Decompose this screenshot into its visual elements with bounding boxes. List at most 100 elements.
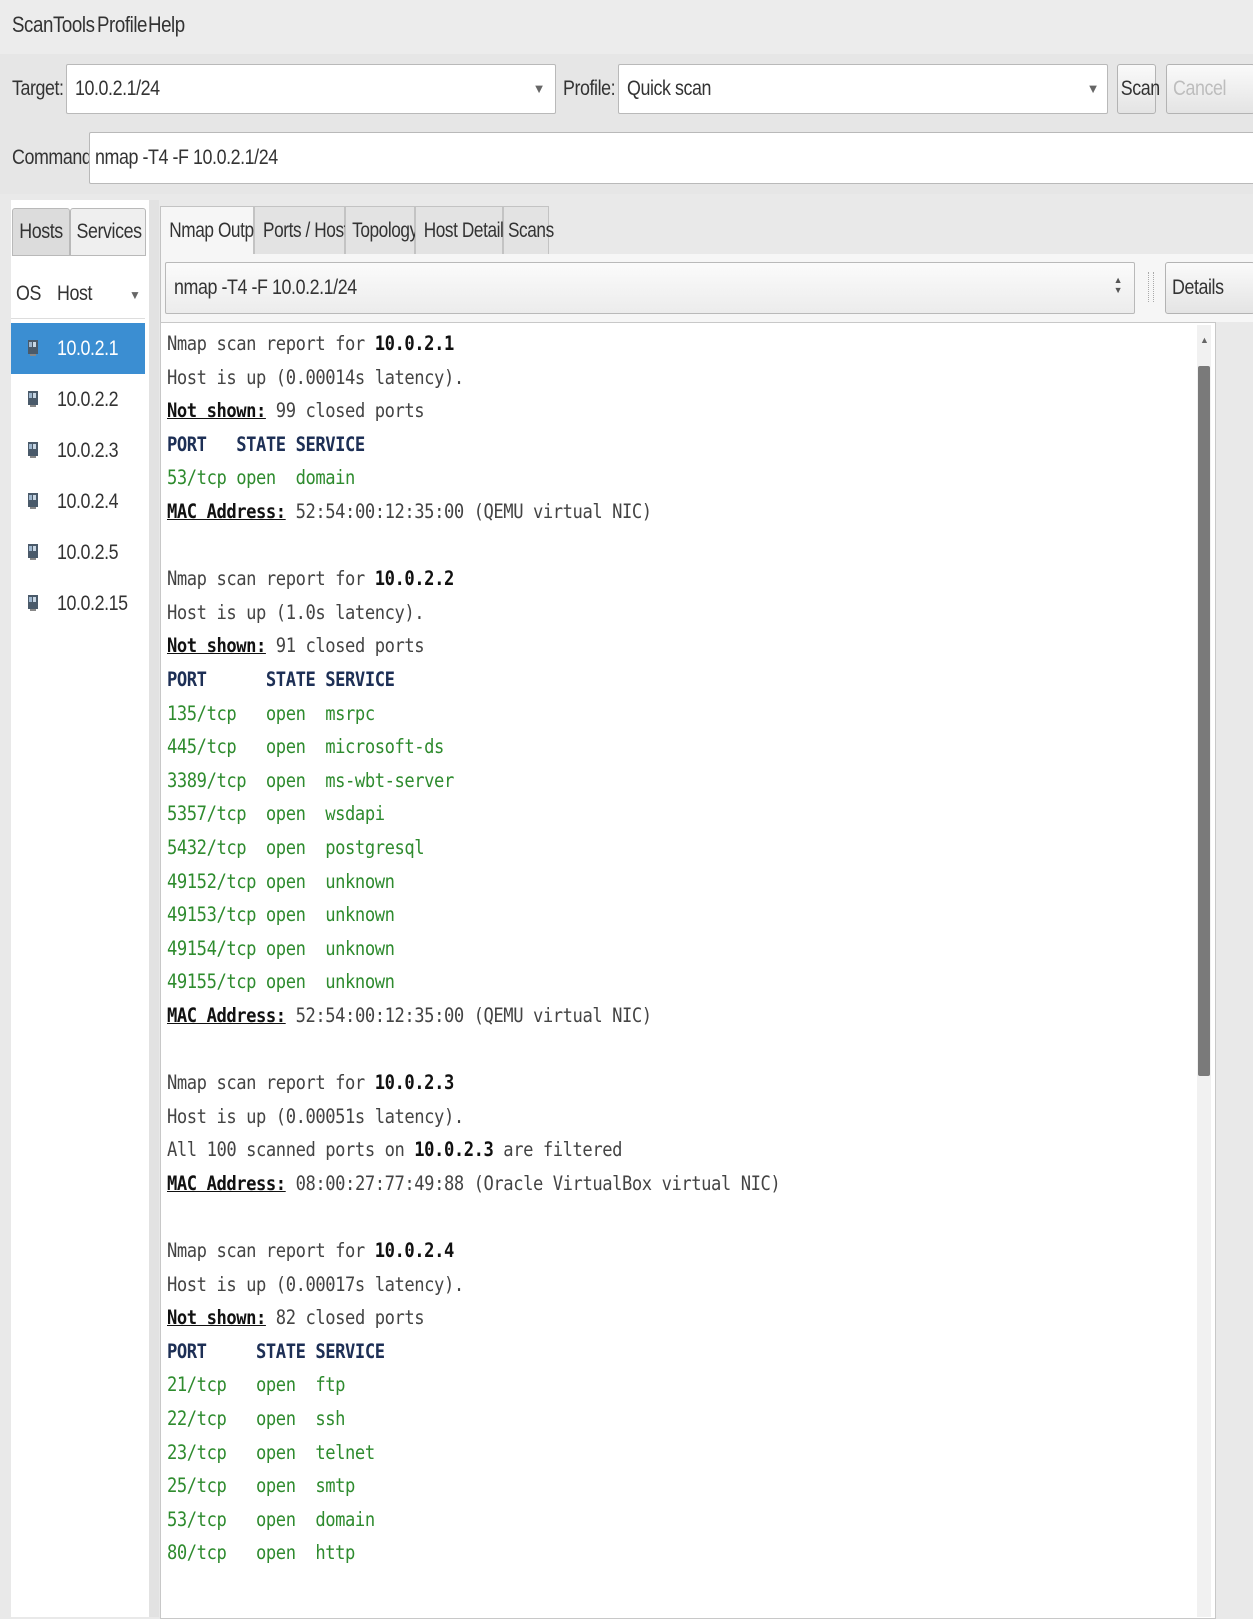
host-row[interactable]: 10.0.2.5 xyxy=(11,527,145,578)
port-entry: 22/tcp open ssh xyxy=(167,1407,346,1430)
port-table-header: PORT STATE SERVICE xyxy=(167,1339,385,1363)
output-text: Host is up (1.0s latency). xyxy=(167,600,425,624)
col-os[interactable]: OS xyxy=(16,282,41,306)
nmap-output-pane[interactable]: Nmap scan report for 10.0.2.1 Host is up … xyxy=(160,322,1216,1619)
cancel-button[interactable]: Cancel xyxy=(1166,64,1253,114)
menu-scan[interactable]: Scan xyxy=(12,12,53,38)
port-entry: 25/tcp open smtp xyxy=(167,1474,355,1498)
menu-profile[interactable]: Profile xyxy=(97,12,147,38)
tab-host-details[interactable]: Host Details xyxy=(415,206,512,256)
tab-scans-label: Scans xyxy=(507,219,554,242)
port-entry: 5432/tcp open postgresql xyxy=(167,835,425,859)
output-line: Nmap scan report for 10.0.2.3 xyxy=(167,1066,780,1100)
output-line: Host is up (0.00014s latency). xyxy=(167,361,780,395)
report-ip: 10.0.2.2 xyxy=(374,567,455,591)
menu-tools[interactable]: Tools xyxy=(53,12,95,38)
profile-dropdown-icon[interactable]: ▼ xyxy=(1087,81,1100,96)
tab-hosts-label: Hosts xyxy=(19,220,63,243)
host-row[interactable]: 10.0.2.15 xyxy=(11,578,145,629)
tab-nmap-output[interactable]: Nmap Output xyxy=(160,206,268,256)
host-row[interactable]: 10.0.2.4 xyxy=(11,476,145,527)
output-line: Nmap scan report for 10.0.2.1 xyxy=(167,327,780,361)
os-windows-icon xyxy=(27,338,39,358)
sort-arrow-icon[interactable]: ▼ xyxy=(129,288,141,302)
port-entry: 21/tcp open ftp xyxy=(167,1373,346,1397)
output-line: Host is up (0.00051s latency). xyxy=(167,1100,780,1134)
output-text: 08:00:27:77:49:88 (Oracle VirtualBox vir… xyxy=(285,1171,781,1195)
port-table-header: PORT STATE SERVICE xyxy=(167,667,395,691)
output-line: Nmap scan report for 10.0.2.4 xyxy=(167,1234,780,1268)
output-toolbar: nmap -T4 -F 10.0.2.1/24 ▲ ▼ Details xyxy=(160,254,1253,322)
output-line: 49154/tcp open unknown xyxy=(167,932,780,966)
tab-scans[interactable]: Scans xyxy=(503,206,554,256)
host-row[interactable]: 10.0.2.3 xyxy=(11,425,145,476)
profile-value: Quick scan xyxy=(627,77,712,100)
output-line: 25/tcp open smtp xyxy=(167,1469,780,1503)
output-text: Host is up (0.00051s latency). xyxy=(167,1104,464,1128)
output-line: MAC Address: 08:00:27:77:49:88 (Oracle V… xyxy=(167,1167,781,1201)
tab-services[interactable]: Services xyxy=(70,208,146,256)
output-line: PORT STATE SERVICE xyxy=(167,1335,780,1369)
grip-icon xyxy=(1148,272,1154,302)
pane-splitter[interactable] xyxy=(149,200,159,1617)
host-row[interactable]: 10.0.2.1 xyxy=(11,323,145,374)
scan-button[interactable]: Scan xyxy=(1117,64,1160,114)
port-entry: 49153/tcp open unknown xyxy=(167,903,395,927)
menu-help[interactable]: Help xyxy=(148,12,185,38)
output-line: 5357/tcp open wsdapi xyxy=(167,797,780,831)
tab-topology-label: Topology xyxy=(352,219,418,242)
tab-ports-hosts[interactable]: Ports / Hosts xyxy=(254,206,357,256)
scrollbar-thumb[interactable] xyxy=(1198,366,1210,1076)
col-host[interactable]: Host xyxy=(57,282,92,306)
report-ip: 10.0.2.4 xyxy=(374,1239,455,1263)
host-list: 10.0.2.1 10.0.2.2 10.0.2.3 10.0.2.4 10.0.2.5… xyxy=(11,323,145,629)
output-line: 80/tcp open http xyxy=(167,1536,780,1570)
details-button[interactable]: Details xyxy=(1165,262,1253,314)
target-toolbar: Target: 10.0.2.1/24 ▼ Profile: Quick sca… xyxy=(0,54,1253,124)
target-dropdown-icon[interactable]: ▼ xyxy=(533,81,546,96)
command-input[interactable]: nmap -T4 -F 10.0.2.1/24 xyxy=(89,132,1253,184)
output-line: MAC Address: 52:54:00:12:35:00 (QEMU vir… xyxy=(167,999,780,1033)
port-entry: 53/tcp open domain xyxy=(167,1507,375,1531)
profile-combobox[interactable]: Quick scan ▼ xyxy=(618,64,1108,114)
host-ip: 10.0.2.3 xyxy=(57,438,119,462)
report-prefix: Nmap scan report for xyxy=(167,1071,375,1095)
report-prefix: Nmap scan report for xyxy=(167,1239,375,1263)
port-table-header: PORT STATE SERVICE xyxy=(167,432,365,456)
target-combobox[interactable]: 10.0.2.1/24 ▼ xyxy=(66,64,556,114)
output-line: All 100 scanned ports on 10.0.2.3 are fi… xyxy=(167,1133,780,1167)
not-shown-label: Not shown: xyxy=(167,1306,266,1330)
tab-hosts[interactable]: Hosts xyxy=(12,208,70,256)
scan-history-select[interactable]: nmap -T4 -F 10.0.2.1/24 ▲ ▼ xyxy=(165,262,1135,314)
output-line: Not shown: 99 closed ports xyxy=(167,394,780,428)
output-line: 49153/tcp open unknown xyxy=(167,898,780,932)
mac-label: MAC Address: xyxy=(167,499,286,523)
output-line: Host is up (1.0s latency). xyxy=(167,596,780,630)
host-ip: 10.0.2.15 xyxy=(57,591,128,615)
port-entry: 53/tcp open domain xyxy=(167,466,355,490)
nmap-output-text: Nmap scan report for 10.0.2.1 Host is up … xyxy=(167,327,781,1570)
port-entry: 49155/tcp open unknown xyxy=(167,970,395,994)
scroll-up-icon[interactable]: ▲ xyxy=(1200,335,1209,345)
host-ip: 10.0.2.2 xyxy=(57,387,119,411)
target-value: 10.0.2.1/24 xyxy=(75,77,160,100)
report-ip: 10.0.2.3 xyxy=(374,1071,455,1095)
output-text: Host is up (0.00014s latency). xyxy=(167,365,464,389)
output-text: 52:54:00:12:35:00 (QEMU virtual NIC) xyxy=(285,1003,653,1027)
output-line: 53/tcp open domain xyxy=(167,461,780,495)
output-line: 445/tcp open microsoft-ds xyxy=(167,730,780,764)
spin-arrows-icon[interactable]: ▲ ▼ xyxy=(1114,275,1123,295)
report-prefix: Nmap scan report for xyxy=(167,567,375,591)
output-line: Not shown: 82 closed ports xyxy=(167,1301,780,1335)
output-text: 82 closed ports xyxy=(265,1306,425,1330)
command-value: nmap -T4 -F 10.0.2.1/24 xyxy=(95,146,278,169)
host-row[interactable]: 10.0.2.2 xyxy=(11,374,145,425)
output-text: are filtered xyxy=(493,1138,623,1162)
cancel-button-label: Cancel xyxy=(1173,77,1227,100)
tab-topology[interactable]: Topology xyxy=(345,206,418,256)
port-entry: 49154/tcp open unknown xyxy=(167,936,395,960)
os-windows-icon xyxy=(27,491,39,511)
